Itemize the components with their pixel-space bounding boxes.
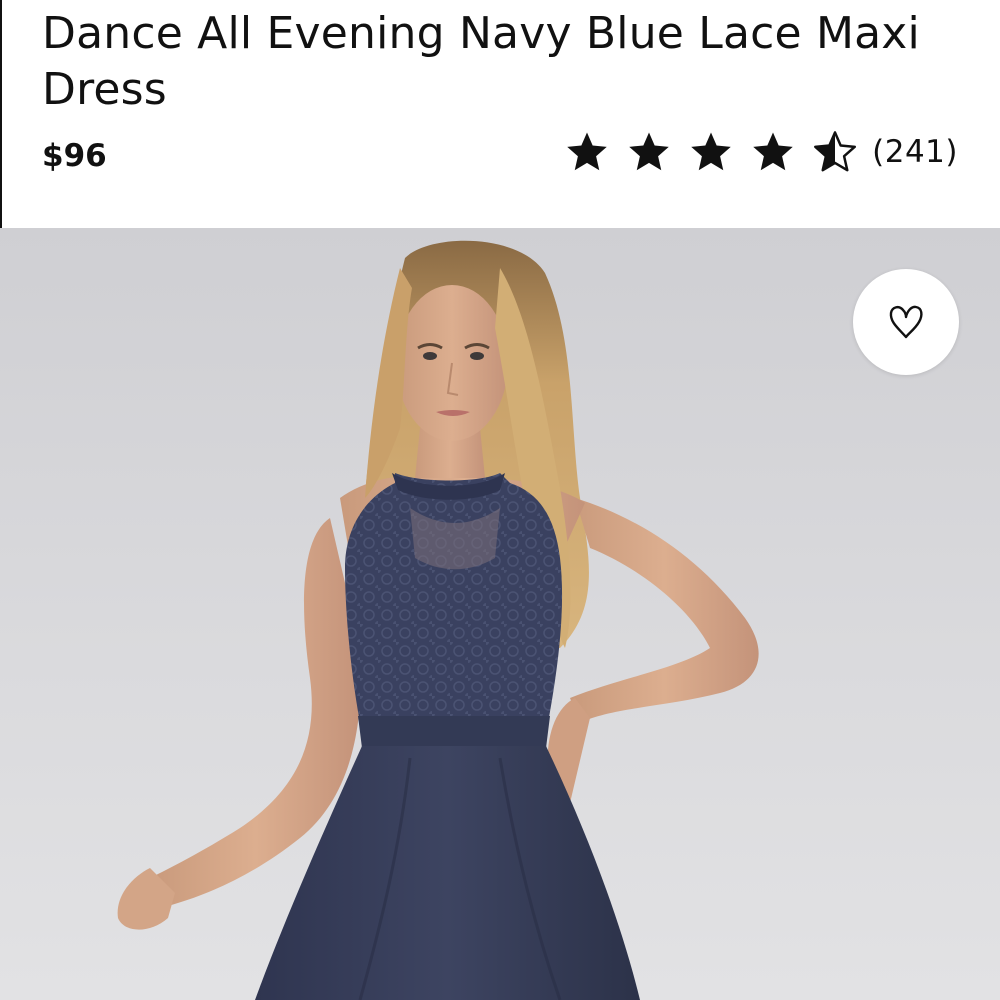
star-full-icon <box>567 132 607 171</box>
heart-icon <box>889 305 923 339</box>
model-photo-illustration <box>0 228 1000 1000</box>
product-price: $96 <box>42 138 107 174</box>
star-rating <box>564 129 858 175</box>
product-title: Dance All Evening Navy Blue Lace Maxi Dr… <box>42 8 920 115</box>
star-full-icon <box>629 132 669 171</box>
review-count[interactable]: (241) <box>872 134 958 170</box>
star-full-icon <box>691 132 731 171</box>
rating-summary[interactable]: (241) <box>564 128 958 176</box>
wishlist-button[interactable] <box>853 269 959 375</box>
star-half-icon <box>814 131 857 172</box>
product-image[interactable] <box>0 228 1000 1000</box>
product-page: Dance All Evening Navy Blue Lace Maxi Dr… <box>0 0 1000 1000</box>
star-full-icon <box>753 132 793 171</box>
left-divider <box>0 0 2 228</box>
